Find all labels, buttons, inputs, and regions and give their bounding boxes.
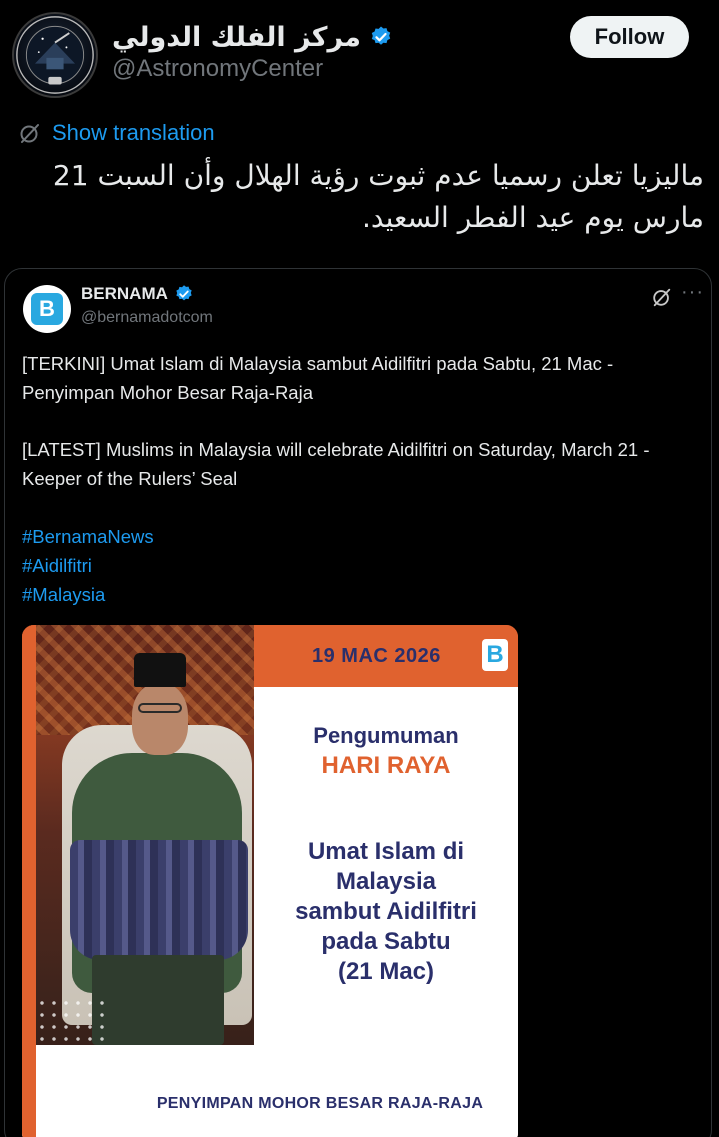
message-line: pada Sabtu [321,928,451,955]
hashtag-list: #BernamaNews #Aidilfitri #Malaysia [22,522,154,609]
speaker-head [132,683,188,755]
speaker-songkok [134,653,186,687]
message-line: (21 Mac) [337,958,435,985]
message-line: Umat Islam di [307,838,465,865]
quoted-display-name[interactable]: BERNAMA [81,284,168,304]
hashtag-link[interactable]: #Malaysia [22,580,154,609]
media-left-accent [22,625,36,1137]
message-line: Malaysia [335,868,437,895]
author-avatar[interactable] [12,12,98,98]
author-name-row: مركز الفلك الدولي [112,20,393,54]
author-handle[interactable]: @AstronomyCenter [112,55,323,83]
follow-button[interactable]: Follow [570,16,689,58]
author-display-name[interactable]: مركز الفلك الدولي [112,22,361,53]
media-footer [22,1045,518,1137]
grok-translate-icon [20,124,39,143]
announcement-title: Pengumuman [313,723,459,748]
post-text: ماليزيا تعلن رسميا عدم ثبوت رؤية الهلال … [52,159,704,234]
message-line: sambut Aidilfitri [295,898,477,925]
more-options-icon[interactable]: ··· [681,281,704,304]
speaker-glasses [138,703,182,713]
speaker-sampin [70,840,248,960]
announcement-message: Umat Islam di Malaysia sambut Aidilfitri… [254,837,518,987]
quoted-name-row: BERNAMA [81,284,194,304]
quoted-text-english: [LATEST] Muslims in Malaysia will celebr… [22,439,650,489]
quoted-avatar[interactable]: B [23,285,71,333]
quoted-handle[interactable]: @bernamadotcom [81,309,213,327]
hashtag-link[interactable]: #Aidilfitri [22,551,154,580]
media-date: 19 MAC 2026 [312,645,441,667]
verified-badge-icon [176,285,192,301]
verified-badge-icon [371,26,391,45]
hashtag-link[interactable]: #BernamaNews [22,522,154,551]
bernama-logo-icon: B [31,293,63,325]
grok-icon[interactable] [651,286,673,308]
hari-raya-title: HARI RAYA [321,752,451,779]
bernama-logo-icon: B [482,639,508,671]
keeper-caption: PENYIMPAN MOHOR BESAR RAJA-RAJA [156,1095,484,1112]
quoted-text-malay: [TERKINI] Umat Islam di Malaysia sambut … [22,353,614,403]
tweet-header: مركز الفلك الدولي @AstronomyCenter Follo… [0,0,719,110]
observatory-logo-icon [16,16,94,94]
quoted-media-image[interactable]: 19 MAC 2026 B Pengumuman HARI RAYA Umat … [22,625,518,1137]
speaker-legs [92,955,224,1045]
show-translation-row[interactable]: Show translation [18,118,215,148]
show-translation-link[interactable]: Show translation [52,120,215,146]
quoted-tweet[interactable]: B BERNAMA @bernamadotcom ··· [TERKINI] U… [4,268,712,1137]
